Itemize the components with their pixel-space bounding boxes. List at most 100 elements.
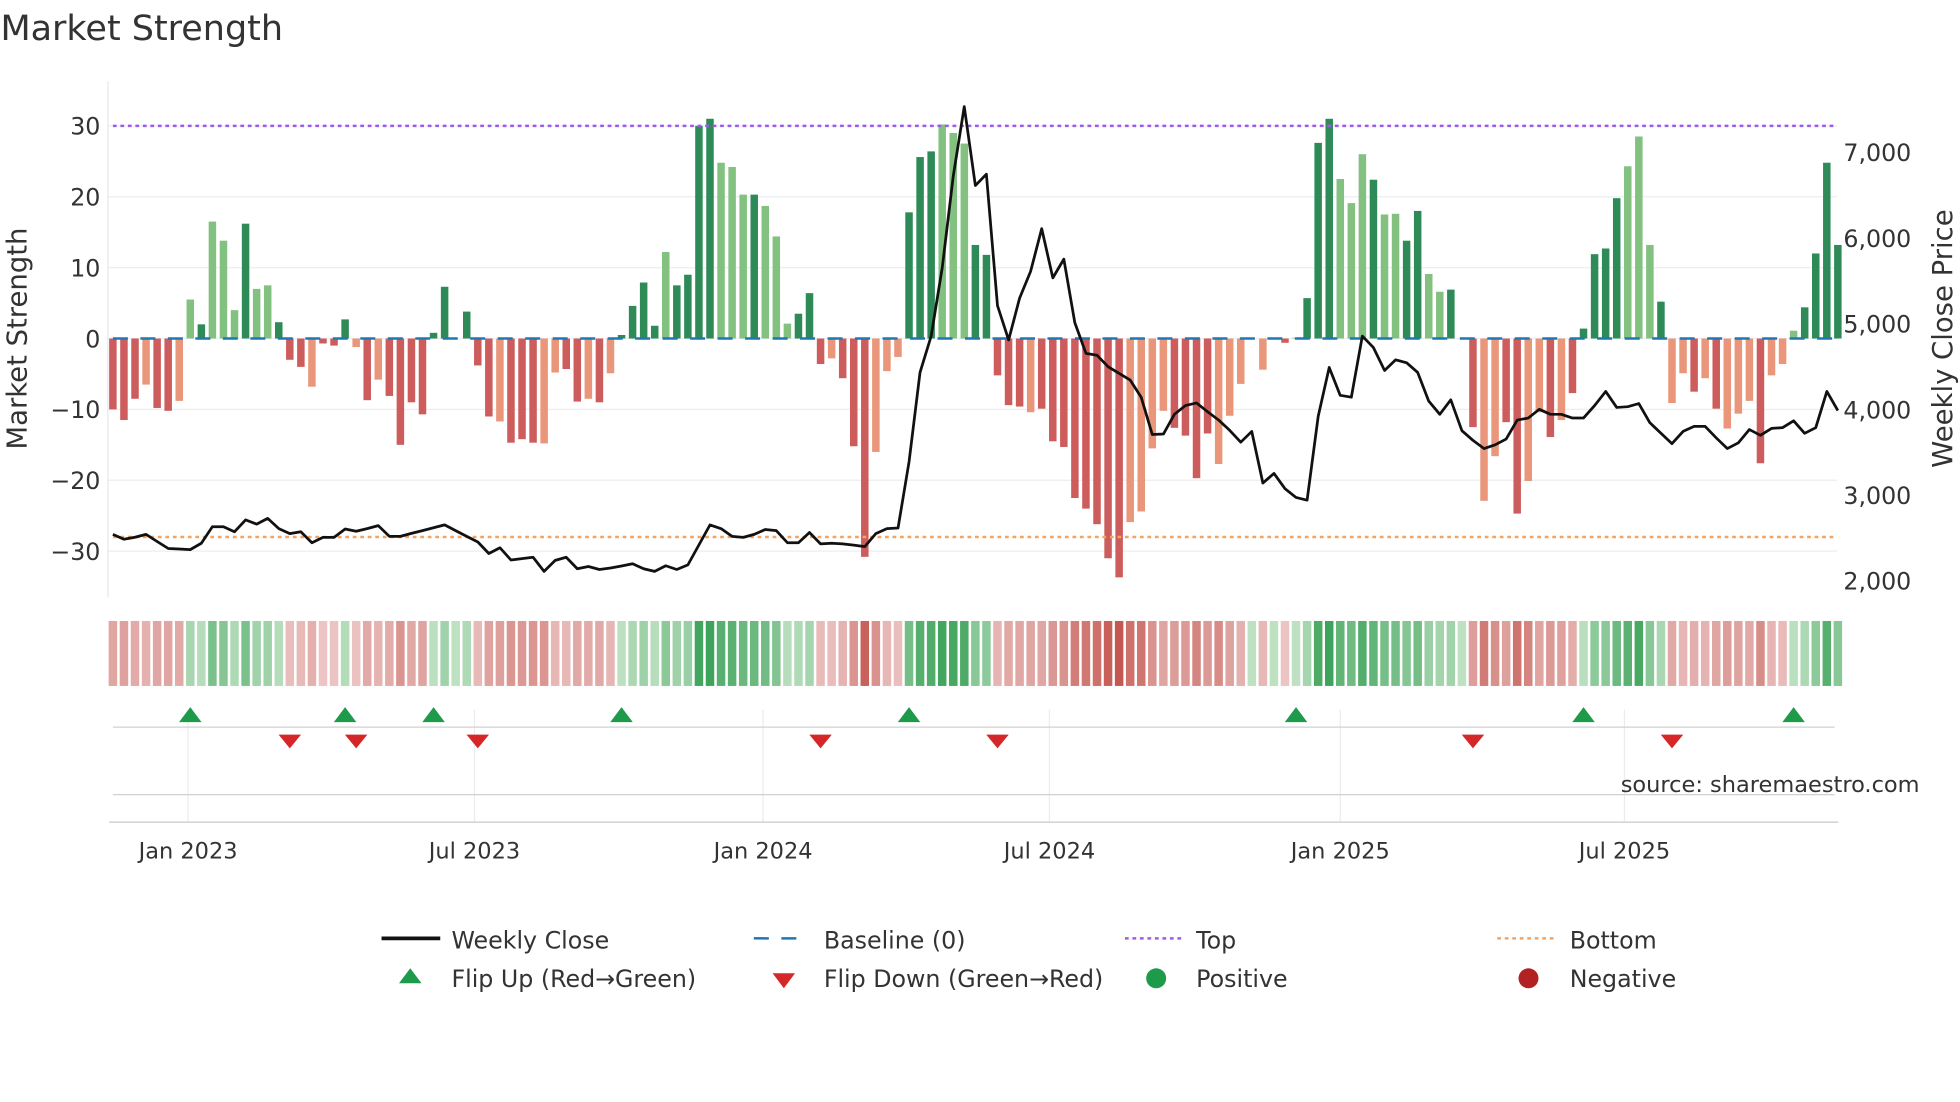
flip-down-marker bbox=[1660, 734, 1684, 749]
strength-bar bbox=[1646, 244, 1654, 339]
strength-bar bbox=[1071, 338, 1079, 498]
heat-cell bbox=[130, 620, 140, 686]
strength-bar bbox=[1601, 248, 1610, 339]
strength-bar bbox=[1657, 301, 1665, 339]
flip-down-marker bbox=[466, 734, 490, 749]
y2-tick-label: 5,000 bbox=[1843, 311, 1911, 339]
strength-bar bbox=[1314, 142, 1322, 339]
strength-bar bbox=[1823, 162, 1831, 339]
strength-bar bbox=[485, 338, 493, 417]
heat-cell bbox=[1789, 620, 1798, 686]
source-label: source: sharemaestro.com bbox=[1621, 772, 1920, 798]
strength-bar bbox=[1358, 154, 1367, 339]
legend-negative[interactable]: Negative bbox=[1570, 965, 1676, 993]
heat-cell bbox=[617, 620, 626, 686]
strength-bar bbox=[1391, 213, 1400, 339]
strength-bar bbox=[319, 338, 327, 344]
strength-bar bbox=[1834, 244, 1842, 339]
legend-positive[interactable]: Positive bbox=[1196, 965, 1287, 993]
y2-tick-label: 4,000 bbox=[1843, 396, 1911, 424]
heat-cell bbox=[595, 620, 604, 686]
strength-bar bbox=[673, 285, 681, 339]
heat-cell bbox=[1535, 620, 1544, 686]
flip-down-marker bbox=[809, 734, 832, 749]
legend-baseline[interactable]: Baseline (0) bbox=[824, 926, 966, 954]
heat-cell bbox=[1678, 620, 1688, 686]
strength-bar bbox=[1535, 338, 1544, 413]
strength-bar bbox=[429, 332, 438, 339]
heat-cell bbox=[152, 620, 162, 686]
legend-flip-up[interactable]: Flip Up (Red→Green) bbox=[451, 965, 696, 993]
heat-cell bbox=[1501, 620, 1511, 686]
strength-bar bbox=[164, 338, 172, 411]
strength-bar bbox=[208, 221, 217, 339]
strength-bar bbox=[761, 205, 770, 339]
strength-bar bbox=[1590, 254, 1599, 339]
flip-up-marker bbox=[1284, 707, 1308, 723]
heat-cell bbox=[1336, 620, 1345, 686]
heat-cell bbox=[827, 620, 836, 686]
heat-cell bbox=[241, 620, 250, 686]
strength-bar bbox=[1524, 338, 1532, 481]
flip-down-marker bbox=[1461, 734, 1485, 749]
heat-cell bbox=[539, 620, 549, 686]
heat-cell bbox=[186, 620, 195, 686]
strength-bar bbox=[1181, 338, 1190, 436]
heat-cell bbox=[1424, 620, 1433, 686]
heat-cell bbox=[407, 620, 416, 686]
strength-bar bbox=[684, 274, 692, 339]
strength-bar bbox=[186, 299, 195, 339]
heat-cell bbox=[705, 620, 715, 686]
strength-bar bbox=[1745, 338, 1754, 401]
heat-cell bbox=[661, 620, 671, 686]
strength-bar bbox=[197, 324, 206, 339]
heat-cell bbox=[1512, 620, 1522, 686]
heat-cell bbox=[1081, 620, 1091, 686]
legend-weekly-close[interactable]: Weekly Close bbox=[451, 926, 609, 954]
strength-bar bbox=[175, 338, 183, 401]
strength-bar bbox=[275, 322, 283, 339]
legend-flip-down[interactable]: Flip Down (Green→Red) bbox=[824, 965, 1103, 993]
strength-bar bbox=[1026, 338, 1035, 413]
flip-up-marker bbox=[1782, 707, 1805, 723]
flip-down-marker bbox=[344, 734, 368, 749]
heat-cell bbox=[1125, 620, 1135, 686]
strength-bar bbox=[1037, 338, 1046, 409]
heat-cell bbox=[119, 620, 129, 686]
strength-bar bbox=[1004, 338, 1013, 406]
heat-cell bbox=[1767, 620, 1776, 686]
strength-bar bbox=[440, 286, 449, 339]
x-tick-label: Jul 2023 bbox=[427, 838, 520, 864]
strength-bar bbox=[1690, 338, 1698, 392]
heat-cell bbox=[904, 620, 914, 686]
y-tick-label: 0 bbox=[85, 325, 100, 353]
strength-bar bbox=[1402, 240, 1411, 339]
strength-bar bbox=[1137, 338, 1145, 512]
heat-cell bbox=[141, 620, 151, 686]
heat-cell bbox=[639, 620, 648, 686]
strength-bar bbox=[662, 252, 670, 339]
legend-top[interactable]: Top bbox=[1195, 926, 1236, 954]
heat-cell bbox=[628, 620, 637, 686]
heat-cell bbox=[451, 620, 460, 686]
y2-tick-label: 2,000 bbox=[1843, 568, 1911, 596]
strength-bar bbox=[606, 338, 615, 374]
strength-bar bbox=[894, 338, 902, 357]
x-tick-label: Jan 2024 bbox=[712, 838, 813, 864]
heat-cell bbox=[1103, 620, 1113, 686]
heat-cell bbox=[1656, 620, 1666, 686]
strength-bar bbox=[1712, 338, 1720, 409]
heat-cell bbox=[1258, 620, 1268, 686]
heat-cell bbox=[484, 620, 494, 686]
legend-bottom[interactable]: Bottom bbox=[1570, 926, 1657, 954]
strength-bar bbox=[1369, 179, 1378, 339]
strength-bar bbox=[650, 325, 659, 339]
strength-bar bbox=[507, 338, 515, 443]
y-tick-label: 10 bbox=[70, 254, 100, 282]
heat-cell bbox=[1700, 620, 1710, 686]
heat-cell bbox=[473, 620, 483, 686]
heat-cell bbox=[1369, 620, 1378, 686]
heat-cell bbox=[318, 620, 328, 686]
strength-bar bbox=[1192, 338, 1201, 479]
heat-cell bbox=[1247, 620, 1257, 686]
